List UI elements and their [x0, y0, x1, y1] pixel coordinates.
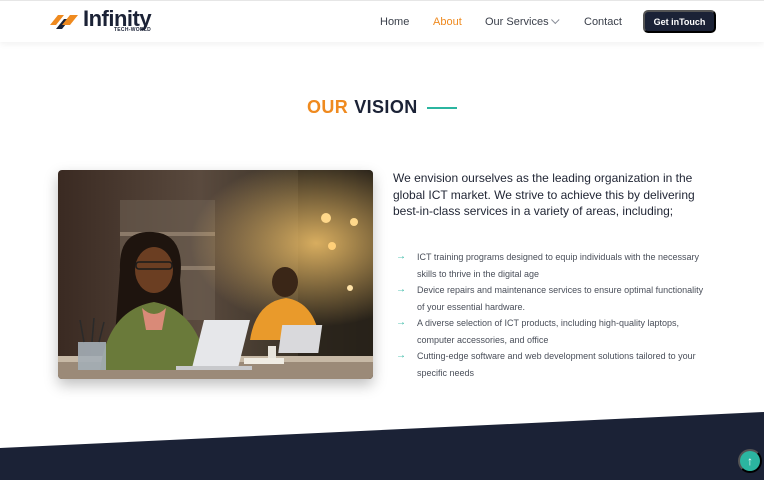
nav-our-services-label: Our Services: [485, 16, 549, 28]
arrow-right-icon: →: [396, 284, 406, 295]
list-item-text: Device repairs and maintenance services …: [417, 285, 704, 312]
list-item: → ICT training programs designed to equi…: [396, 249, 706, 282]
list-item-text: Cutting-edge software and web developmen…: [417, 351, 696, 378]
logo-tagline: TECH-WORLD: [113, 27, 152, 33]
list-item: → Device repairs and maintenance service…: [396, 282, 706, 315]
list-item-text: A diverse selection of ICT products, inc…: [417, 318, 679, 345]
footer-band: [0, 412, 764, 480]
heading-accent: OUR: [307, 97, 349, 117]
arrow-up-icon: ↑: [747, 454, 753, 468]
list-item: → Cutting-edge software and web developm…: [396, 348, 706, 381]
nav-home[interactable]: Home: [380, 1, 409, 43]
list-item: → A diverse selection of ICT products, i…: [396, 315, 706, 348]
chevron-down-icon: [550, 15, 560, 25]
list-item-text: ICT training programs designed to equip …: [417, 252, 699, 279]
vision-intro: We envision ourselves as the leading org…: [393, 171, 695, 218]
logo[interactable]: Infinity TECH-WORLD: [48, 8, 152, 36]
office-photo: [58, 170, 373, 379]
get-in-touch-button[interactable]: Get inTouch: [643, 10, 716, 33]
arrow-right-icon: →: [396, 350, 406, 361]
heading-underline: [426, 106, 457, 109]
arrow-right-icon: →: [396, 317, 406, 328]
nav-contact[interactable]: Contact: [584, 1, 622, 43]
heading-main: VISION: [354, 97, 418, 117]
page: Infinity TECH-WORLD Home About Our Servi…: [0, 0, 764, 480]
vision-bullet-list: → ICT training programs designed to equi…: [396, 249, 706, 381]
section-heading: OUR VISION: [307, 97, 457, 118]
arrow-right-icon: →: [396, 251, 406, 262]
nav-about[interactable]: About: [433, 1, 462, 43]
scroll-to-top-button[interactable]: ↑: [738, 449, 762, 473]
nav-our-services[interactable]: Our Services: [485, 1, 560, 43]
logo-text: Infinity TECH-WORLD: [83, 8, 152, 34]
site-header: Infinity TECH-WORLD Home About Our Servi…: [0, 0, 764, 42]
logo-icon: [50, 15, 78, 29]
